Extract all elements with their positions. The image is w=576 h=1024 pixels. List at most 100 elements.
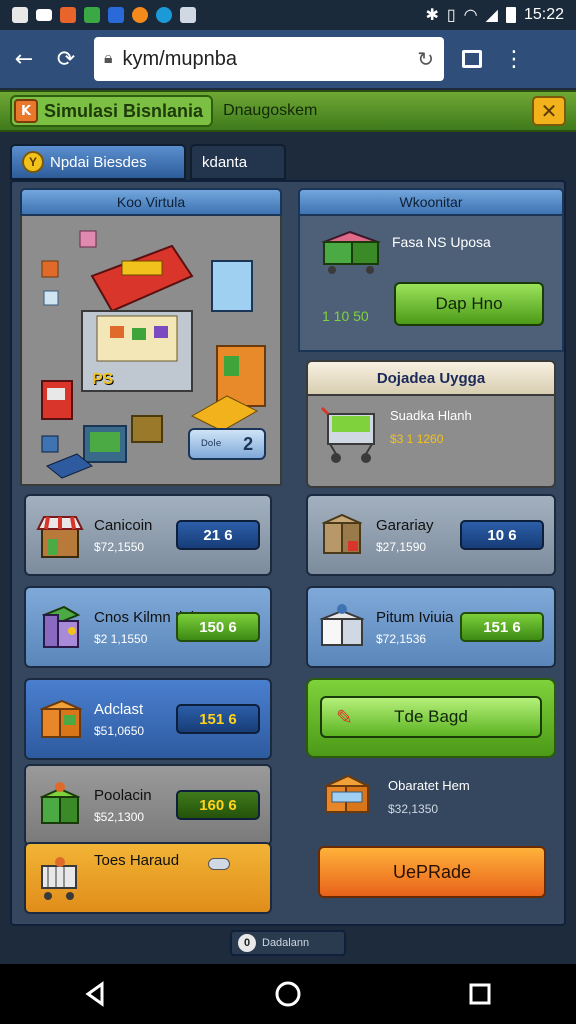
virtual-store-scene: PS Dole 2 — [20, 216, 282, 486]
status-bar: ✱ ▯ ◠ ◢ 15:22 — [0, 0, 576, 30]
game-title: K Simulasi Bisnlania — [10, 95, 214, 127]
buy-button[interactable]: 151 6 — [460, 612, 544, 642]
gallery-icon — [12, 7, 28, 23]
top-item-panel: Fasa NS Uposa 1 10 50 Dap Hno — [298, 216, 564, 352]
game-logo-icon: K — [14, 99, 38, 123]
business-name: Pitum Iviuia — [376, 608, 454, 626]
footer-chip[interactable]: 0 Dadalann — [230, 930, 346, 956]
business-card-toes[interactable]: Toes Haraud — [24, 842, 272, 914]
buy-button[interactable]: 10 6 — [460, 520, 544, 550]
game-title-text: Simulasi Bisnlania — [44, 100, 204, 121]
buy-button[interactable]: 150 6 — [176, 612, 260, 642]
last-item-price: $32,1350 — [388, 802, 439, 816]
app-icon — [108, 7, 124, 23]
store-header: Koo Virtula — [20, 188, 282, 216]
tab-label: Npdai Biesdes — [50, 153, 147, 171]
browser-toolbar: ← ⟳ 🔒︎ kym/mupnba ↻ ⋮ — [0, 30, 576, 88]
buy-button[interactable]: 151 6 — [176, 704, 260, 734]
recents-square-icon[interactable] — [466, 980, 494, 1008]
green-shop-icon — [34, 779, 86, 831]
tab-main[interactable]: Y Npdai Biesdes — [10, 144, 186, 180]
shopping-cart-icon — [320, 402, 382, 472]
clock: 15:22 — [523, 6, 564, 23]
tab-label: kdanta — [202, 153, 248, 171]
main-panel: Koo Virtula PS Dole 2 Canicoin $72,1550 … — [10, 180, 566, 926]
business-price: $72,1550 — [94, 539, 145, 554]
business-name: Canicoin — [94, 516, 153, 534]
right-column: Wkoonitar Fasa NS Uposa 1 10 50 Dap Hno — [298, 188, 564, 352]
more-vert-icon[interactable]: ⋮ — [500, 45, 528, 73]
cash-register-icon — [320, 770, 374, 818]
box-stall-icon — [316, 509, 368, 561]
tab-secondary[interactable]: kdanta — [190, 144, 286, 180]
close-button[interactable]: ✕ — [532, 96, 566, 126]
featured-panel: Dojadea Uygga Suadka Hlanh $3 1 1260 — [306, 360, 556, 488]
url-text: kym/mupnba — [122, 47, 238, 70]
bluetooth-icon: ✱ — [425, 7, 439, 24]
back-arrow-icon[interactable]: ← — [10, 45, 38, 73]
hammer-icon: ✎ — [336, 706, 353, 729]
shop-stall-icon — [34, 509, 86, 561]
business-price: $27,1590 — [376, 539, 427, 554]
buy-button[interactable]: 21 6 — [176, 520, 260, 550]
business-name: Toes Haraud — [94, 852, 180, 869]
store-level-button[interactable]: Dole 2 — [188, 428, 266, 460]
status-right: ✱ ▯ ◠ ◢ 15:22 — [425, 5, 564, 25]
upgrade-button[interactable]: UePRade — [318, 846, 546, 898]
counter-icon — [316, 601, 368, 653]
lock-icon: 🔒︎ — [104, 50, 113, 67]
business-name: Garariay — [376, 516, 434, 534]
top-item-price: 1 10 50 — [322, 308, 369, 324]
business-price: $72,1536 — [376, 631, 427, 646]
business-card-poolacin[interactable]: Poolacin $52,1300 160 6 — [24, 764, 272, 846]
business-name: Poolacin — [94, 786, 152, 804]
top-item-button[interactable]: Dap Hno — [394, 282, 544, 326]
business-price: $51,0650 — [94, 723, 145, 738]
notification-icon — [36, 9, 52, 21]
action-panel: ✎ Tde Bagd — [306, 678, 556, 758]
tabs-icon[interactable] — [458, 45, 486, 73]
business-card-adclast[interactable]: Adclast $51,0650 151 6 — [24, 678, 272, 760]
featured-item-name: Suadka Hlanh — [390, 408, 472, 423]
business-card-garariay[interactable]: Garariay $27,1590 10 6 — [306, 494, 556, 576]
wifi-icon: ◠ — [463, 7, 478, 24]
tab-bar: Y Npdai Biesdes kdanta — [10, 144, 286, 180]
status-left-icons — [12, 7, 196, 23]
featured-title: Dojadea Uygga — [308, 362, 554, 396]
tde-button[interactable]: ✎ Tde Bagd — [320, 696, 542, 738]
business-name: Adclast — [94, 700, 144, 718]
back-triangle-icon[interactable] — [82, 980, 110, 1008]
business-card-canicoin[interactable]: Canicoin $72,1550 21 6 — [24, 494, 272, 576]
app-icon — [180, 7, 196, 23]
battery-icon — [505, 7, 516, 23]
business-card-pitum[interactable]: Pitum Iviuia $72,1536 151 6 — [306, 586, 556, 668]
monitor-header: Wkoonitar — [298, 188, 564, 216]
last-item-name: Obaratet Hem — [388, 778, 470, 793]
crate-icon — [34, 693, 86, 745]
last-item-row: Obaratet Hem $32,1350 — [306, 764, 556, 824]
top-item-name: Fasa NS Uposa — [392, 234, 491, 250]
system-nav-bar — [0, 964, 576, 1024]
info-icon: 0 — [238, 934, 256, 952]
store-level-value: 2 — [243, 433, 254, 454]
cart-icon — [34, 852, 86, 904]
produce-stand-icon — [320, 226, 382, 276]
tde-button-label: Tde Bagd — [394, 707, 468, 726]
game-title-bar: K Simulasi Bisnlania Dnaugoskem ✕ — [0, 90, 576, 132]
buy-button[interactable]: 160 6 — [176, 790, 260, 820]
home-circle-icon[interactable] — [274, 980, 302, 1008]
refresh-icon[interactable]: ↻ — [417, 47, 434, 72]
left-column: Koo Virtula PS Dole 2 — [20, 188, 282, 486]
sync-icon[interactable]: ⟳ — [52, 45, 80, 73]
kiosk-icon — [34, 601, 86, 653]
upgrade-button-label: UePRade — [392, 861, 472, 882]
business-card-cnos[interactable]: Cnos Kilmn Ilai $2 1,1550 150 6 — [24, 586, 272, 668]
app-icon — [132, 7, 148, 23]
featured-item-price: $3 1 1260 — [390, 432, 444, 446]
url-bar[interactable]: 🔒︎ kym/mupnba ↻ — [94, 37, 444, 81]
coins-icon — [208, 858, 230, 870]
store-level-small: Dole — [200, 439, 222, 449]
app-icon — [60, 7, 76, 23]
title-subtitle: Dnaugoskem — [223, 102, 318, 119]
coin-icon: Y — [22, 151, 44, 173]
